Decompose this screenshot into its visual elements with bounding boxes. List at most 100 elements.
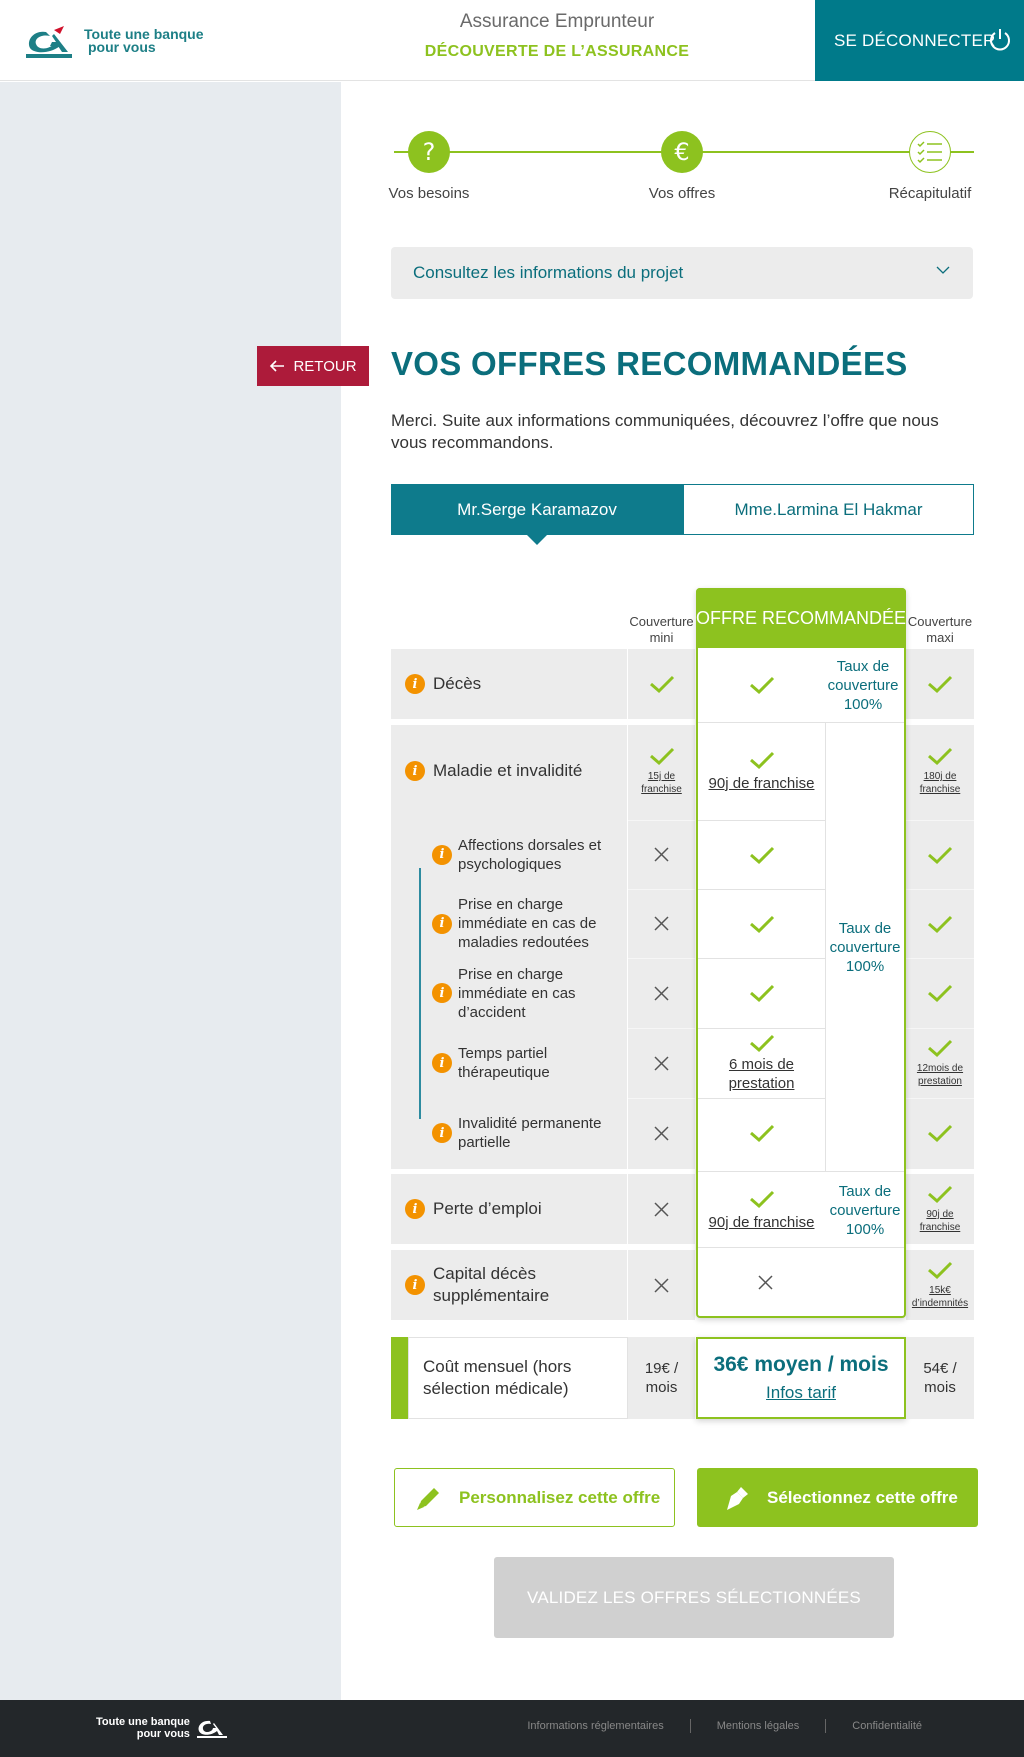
mini-redoutees <box>628 889 695 958</box>
info-icon[interactable]: i <box>405 674 425 694</box>
header-center: Assurance Emprunteur DÉCOUVERTE DE L’ASS… <box>400 0 714 61</box>
franchise-link[interactable]: 90j de franchise <box>709 1213 815 1232</box>
step-recapitulatif[interactable]: Récapitulatif <box>870 131 990 202</box>
cross-icon <box>758 1274 773 1290</box>
footer-link-confidentialite[interactable]: Confidentialité <box>852 1720 922 1732</box>
row-deces: i Décès <box>405 649 481 719</box>
ca-logo-icon <box>196 1720 227 1738</box>
logout-label: SE DÉCONNECTER <box>834 30 996 50</box>
info-icon[interactable]: i <box>432 844 452 865</box>
rec-ipp <box>698 1098 825 1168</box>
cost-maxi: 54€ / mois <box>906 1337 974 1419</box>
tariff-info-link[interactable]: Infos tarif <box>766 1383 836 1403</box>
cost-price: 36€ moyen / mois <box>713 1353 889 1376</box>
franchise-link[interactable]: 15j de franchise <box>637 770 687 796</box>
logo-line2: pour vous <box>88 39 156 55</box>
rec-dorsales <box>698 820 825 889</box>
bank-logo[interactable]: Toute une banque pour vous <box>24 24 214 60</box>
question-icon: ? <box>408 131 450 173</box>
rec-emploi-taux: Taux de couverture 100% <box>826 1174 904 1246</box>
header: Toute une banque pour vous Assurance Emp… <box>0 0 1024 81</box>
footer-separator <box>825 1719 827 1733</box>
mini-temps-partiel <box>628 1028 695 1098</box>
row-capital: i Capital décès supplémentaire <box>405 1250 625 1320</box>
cross-icon <box>654 1125 669 1141</box>
prestation-link[interactable]: 6 mois de prestation <box>712 1055 812 1093</box>
cross-icon <box>654 1277 669 1293</box>
rec-redoutees <box>698 889 825 958</box>
arrow-left-icon <box>270 360 285 372</box>
step-besoins[interactable]: ? Vos besoins <box>369 131 489 202</box>
taux-text: Taux de couverture 100% <box>829 919 901 975</box>
franchise-link[interactable]: 90j de franchise <box>915 1208 965 1234</box>
maxi-temps-partiel: 12mois de prestation <box>906 1028 974 1098</box>
franchise-link[interactable]: 180j de franchise <box>915 770 965 796</box>
check-icon <box>928 1261 953 1280</box>
project-accordion[interactable]: Consultez les informations du projet <box>391 247 973 299</box>
rec-capital <box>698 1248 833 1316</box>
rec-temps-partiel: 6 mois de prestation <box>698 1028 825 1098</box>
footer-link-mentions[interactable]: Mentions légales <box>717 1720 800 1732</box>
rec-deces-taux: Taux de couverture 100% <box>822 650 904 720</box>
mini-deces <box>628 649 695 719</box>
select-offer-button[interactable]: Sélectionnez cette offre <box>697 1468 978 1527</box>
franchise-link[interactable]: 90j de franchise <box>709 774 815 793</box>
tab-person-2[interactable]: Mme.Larmina El Hakmar <box>683 484 974 535</box>
info-icon[interactable]: i <box>432 1053 452 1073</box>
customize-label: Personnalisez cette offre <box>459 1487 661 1507</box>
info-icon[interactable]: i <box>405 761 425 781</box>
recommended-offer-header: OFFRE RECOMMANDÉE <box>696 588 906 648</box>
customize-offer-button[interactable]: Personnalisez cette offre <box>394 1468 675 1527</box>
check-icon <box>749 1190 774 1208</box>
info-icon[interactable]: i <box>405 1275 425 1295</box>
left-panel <box>0 82 341 1700</box>
rec-maladie-taux: Taux de couverture 100% <box>826 723 904 1171</box>
row-maladie: i Maladie et invalidité <box>405 733 582 809</box>
prestation-link[interactable]: 12mois de prestation <box>912 1062 968 1088</box>
cost-label: Coût mensuel (hors sélection médicale) <box>408 1337 628 1419</box>
step-label: Vos offres <box>648 185 716 202</box>
check-icon <box>928 747 953 766</box>
checklist-icon <box>909 131 951 173</box>
cross-icon <box>654 916 669 931</box>
footer-logo[interactable]: Toute une banque pour vous <box>96 1716 230 1740</box>
page-title: VOS OFFRES RECOMMANDÉES <box>391 345 908 382</box>
pencil-icon <box>417 1487 439 1510</box>
check-icon <box>928 1124 953 1143</box>
info-icon[interactable]: i <box>432 1123 452 1143</box>
info-icon[interactable]: i <box>405 1199 425 1219</box>
step-offres[interactable]: € Vos offres <box>622 131 742 202</box>
cross-icon <box>654 1055 669 1071</box>
maxi-maladie: 180j de franchise <box>906 733 974 809</box>
row-label: Maladie et invalidité <box>433 761 583 780</box>
pen-nib-icon <box>727 1486 748 1510</box>
info-icon[interactable]: i <box>432 913 452 934</box>
maxi-redoutees <box>906 889 974 958</box>
euro-icon: € <box>661 131 703 173</box>
footer-link-reglementaires[interactable]: Informations réglementaires <box>527 1720 663 1732</box>
person-tabs: Mr.Serge Karamazov Mme.Larmina El Hakmar <box>391 484 974 545</box>
footer-logo-line2: pour vous <box>136 1728 190 1740</box>
check-icon <box>649 675 674 694</box>
app-title: Assurance Emprunteur <box>459 11 655 32</box>
row-ipp: i Invalidité permanente partielle <box>432 1098 622 1168</box>
check-icon <box>928 984 953 1003</box>
check-icon <box>749 915 774 933</box>
check-icon <box>928 915 953 933</box>
back-button[interactable]: RETOUR <box>257 346 369 386</box>
indemnites-link[interactable]: 15k€ d’indemnités <box>909 1284 971 1310</box>
ca-logo-icon <box>26 26 72 58</box>
info-icon[interactable]: i <box>432 983 452 1003</box>
mini-ipp <box>628 1098 695 1168</box>
check-icon <box>928 675 953 694</box>
col-head-mini: Couverture mini <box>629 614 694 645</box>
cross-icon <box>654 847 669 862</box>
cost-mini: 19€ / mois <box>628 1337 695 1419</box>
tab-person-1[interactable]: Mr.Serge Karamazov <box>391 484 683 545</box>
row-label: Prise en charge immédiate en cas d’accid… <box>458 965 576 1021</box>
logout-button[interactable]: SE DÉCONNECTER <box>815 0 1024 81</box>
row-label: Prise en charge immédiate en cas de mala… <box>458 896 597 951</box>
cross-icon <box>654 1201 669 1217</box>
mini-accident <box>628 958 695 1028</box>
validate-offers-button[interactable]: VALIDEZ LES OFFRES SÉLECTIONNÉES <box>494 1557 894 1638</box>
